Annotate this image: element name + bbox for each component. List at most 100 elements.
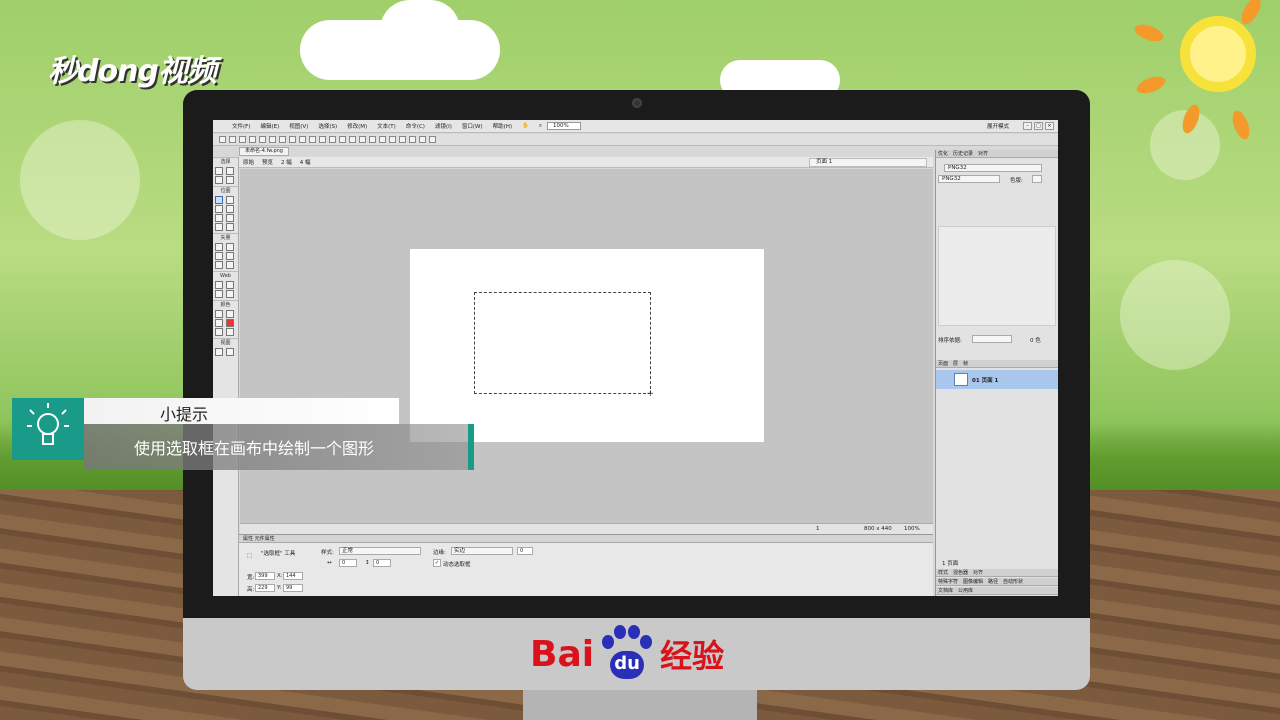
menu-file[interactable]: 文件(F) [227, 122, 255, 130]
tab-align-2[interactable]: 对齐 [973, 569, 983, 576]
screen-mode-icon[interactable] [215, 348, 223, 356]
new-icon[interactable] [219, 136, 226, 143]
swap-colors-icon[interactable] [226, 328, 234, 336]
subselect-tool-icon[interactable] [226, 167, 234, 175]
tab-history[interactable]: 历史记录 [953, 150, 973, 157]
tab-image-edit[interactable]: 图像编辑 [963, 578, 983, 585]
settings-select[interactable]: PNG32 [944, 164, 1042, 172]
align-icon[interactable] [389, 136, 396, 143]
tab-original[interactable]: 原始 [243, 158, 254, 166]
document-tab[interactable]: 未命名-4.fw.png [239, 147, 289, 156]
text-tool-icon[interactable] [226, 252, 234, 260]
menu-select[interactable]: 选择(S) [313, 122, 342, 130]
save-icon[interactable] [239, 136, 246, 143]
pen-tool-icon[interactable] [226, 243, 234, 251]
marquee-tool-icon[interactable] [215, 196, 223, 204]
restore-icon[interactable]: □ [1034, 122, 1043, 130]
hotspot-tool-icon[interactable] [215, 281, 223, 289]
zoom-level[interactable]: 100% [904, 526, 920, 532]
paste-icon[interactable] [319, 136, 326, 143]
send-back-icon[interactable] [379, 136, 386, 143]
line-tool-icon[interactable] [215, 243, 223, 251]
import-icon[interactable] [249, 136, 256, 143]
menu-window[interactable]: 窗口(W) [457, 122, 488, 130]
tab-special-chars[interactable]: 特殊字符 [938, 578, 958, 585]
format-select[interactable]: PNG32 [938, 175, 1000, 183]
sort-select[interactable] [972, 335, 1012, 343]
pencil-tool-icon[interactable] [215, 214, 223, 222]
rotate-left-icon[interactable] [399, 136, 406, 143]
dynamic-marquee-checkbox[interactable]: ✓ [433, 559, 441, 567]
menu-edit[interactable]: 编辑(E) [255, 122, 284, 130]
zoom-select[interactable]: 100% [547, 122, 581, 130]
flip-v-icon[interactable] [429, 136, 436, 143]
y-input[interactable]: 99 [283, 584, 303, 592]
bring-front-icon[interactable] [369, 136, 376, 143]
document-canvas[interactable]: + [410, 249, 764, 442]
ratio-w-input[interactable]: 0 [339, 559, 357, 567]
undo-icon[interactable] [279, 136, 286, 143]
width-input[interactable]: 399 [255, 572, 275, 580]
fill-color-icon[interactable] [226, 319, 234, 327]
menu-text[interactable]: 文本(T) [372, 122, 401, 130]
menu-filters[interactable]: 滤镜(I) [430, 122, 457, 130]
paint-bucket-tool-icon[interactable] [226, 310, 234, 318]
copy-icon[interactable] [309, 136, 316, 143]
menu-help[interactable]: 帮助(H) [488, 122, 517, 130]
rotate-right-icon[interactable] [409, 136, 416, 143]
export-icon[interactable] [259, 136, 266, 143]
page-selector[interactable]: 页面 1 [809, 158, 927, 167]
group-icon[interactable] [329, 136, 336, 143]
tab-frames[interactable]: 帧 [963, 360, 968, 367]
show-slices-icon[interactable] [226, 290, 234, 298]
cut-icon[interactable] [299, 136, 306, 143]
tab-path[interactable]: 路径 [988, 578, 998, 585]
x-input[interactable]: 144 [283, 572, 303, 580]
pointer-tool-icon[interactable] [215, 167, 223, 175]
redo-icon[interactable] [289, 136, 296, 143]
tab-preview[interactable]: 预览 [262, 158, 273, 166]
eraser-tool-icon[interactable] [226, 214, 234, 222]
tab-align[interactable]: 对齐 [978, 150, 988, 157]
open-icon[interactable] [229, 136, 236, 143]
tab-pages[interactable]: 页面 [938, 360, 948, 367]
menu-view[interactable]: 视图(V) [284, 122, 313, 130]
matte-swatch[interactable] [1032, 175, 1042, 183]
tab-mixer[interactable]: 混色器 [953, 569, 968, 576]
tab-auto-shapes[interactable]: 自动形状 [1003, 578, 1023, 585]
flip-h-icon[interactable] [419, 136, 426, 143]
ratio-h-input[interactable]: 0 [373, 559, 391, 567]
lasso-tool-icon[interactable] [226, 196, 234, 204]
edge-amount-input[interactable]: 0 [517, 547, 533, 555]
default-colors-icon[interactable] [215, 328, 223, 336]
tab-2up[interactable]: 2 幅 [281, 158, 292, 166]
tab-styles[interactable]: 样式 [938, 569, 948, 576]
tab-layers[interactable]: 层 [953, 360, 958, 367]
edge-select[interactable]: 实边 [451, 547, 513, 555]
scale-tool-icon[interactable] [215, 176, 223, 184]
print-icon[interactable] [269, 136, 276, 143]
hand-tool-icon[interactable]: ✋ [517, 123, 534, 129]
brush-tool-icon[interactable] [226, 205, 234, 213]
marquee-selection[interactable]: + [474, 292, 654, 399]
eyedropper-tool-icon[interactable] [215, 310, 223, 318]
page-list-item[interactable]: 01 页面 1 [936, 370, 1058, 389]
height-input[interactable]: 229 [255, 584, 275, 592]
slice-tool-icon[interactable] [226, 281, 234, 289]
crop-tool-icon[interactable] [226, 176, 234, 184]
freeform-tool-icon[interactable] [215, 261, 223, 269]
properties-tabs[interactable]: 属性 元件属性 [239, 535, 933, 543]
full-screen-icon[interactable] [226, 348, 234, 356]
ungroup-icon[interactable] [339, 136, 346, 143]
zoom-icon[interactable]: ⌕ [534, 123, 547, 130]
rectangle-tool-icon[interactable] [215, 252, 223, 260]
tab-common-library[interactable]: 公用库 [958, 587, 973, 594]
knife-tool-icon[interactable] [226, 261, 234, 269]
tab-doc-library[interactable]: 文档库 [938, 587, 953, 594]
stamp-tool-icon[interactable] [226, 223, 234, 231]
hide-slices-icon[interactable] [215, 290, 223, 298]
menu-commands[interactable]: 命令(C) [401, 122, 430, 130]
workspace-mode[interactable]: 展开模式 [982, 122, 1014, 130]
style-select[interactable]: 正常 [339, 547, 421, 555]
join-icon[interactable] [349, 136, 356, 143]
